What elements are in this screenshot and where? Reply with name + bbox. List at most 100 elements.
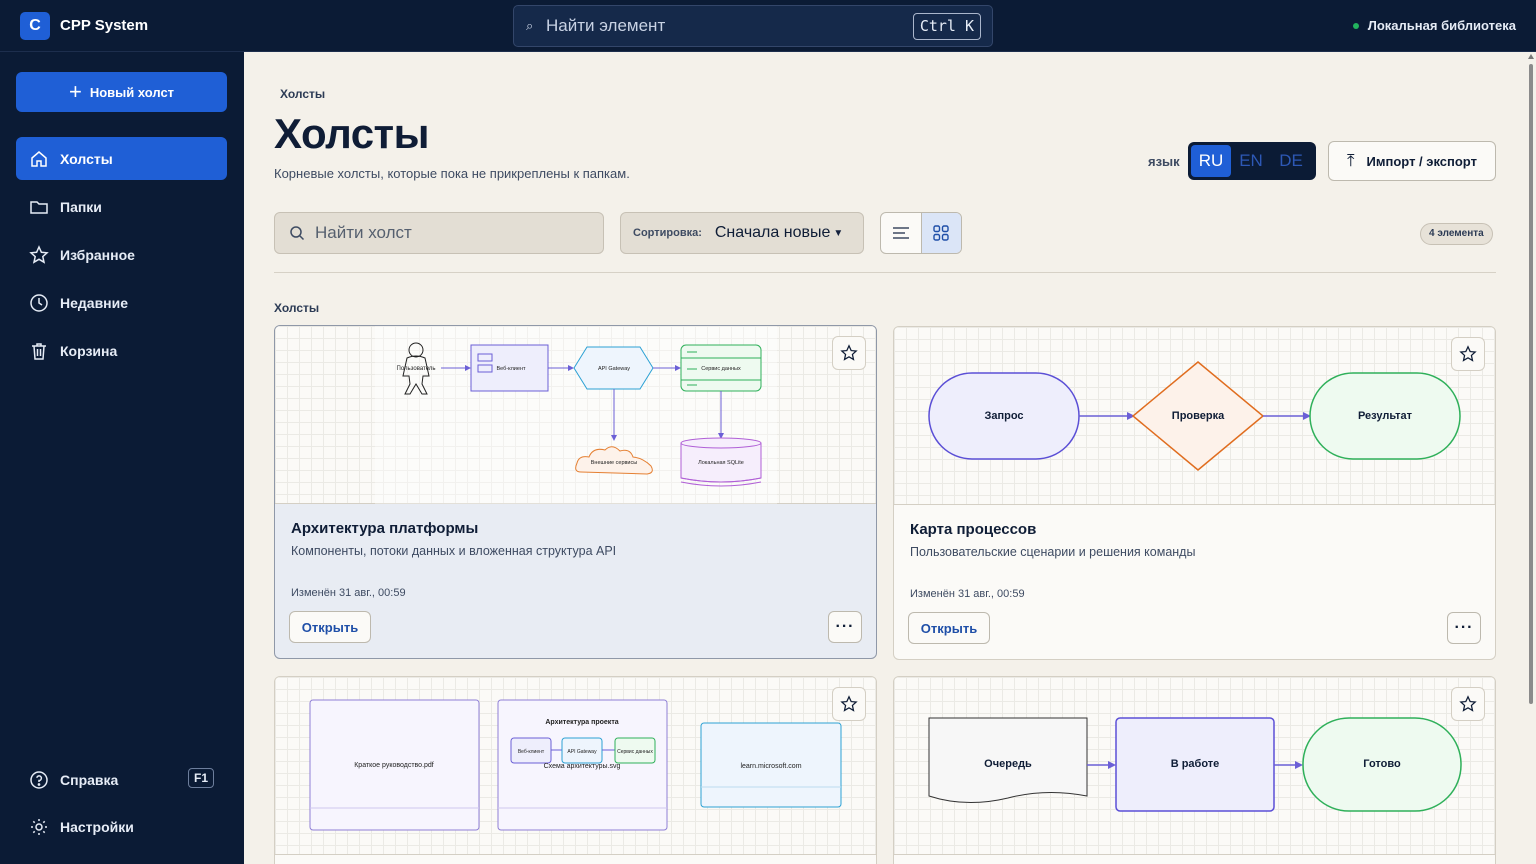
canvas-card[interactable]: Краткое руководство.pdf Архитектура прое… — [274, 676, 877, 864]
scrollbar-thumb[interactable] — [1529, 64, 1533, 704]
canvas-title[interactable]: Карта процессов — [910, 521, 1036, 538]
gear-icon — [28, 816, 50, 838]
search-icon — [290, 226, 305, 241]
diagram-db-label: Локальная SQLite — [698, 460, 744, 466]
favorite-star-button[interactable] — [1451, 337, 1485, 371]
favorite-star-button[interactable] — [1451, 687, 1485, 721]
diagram-request-label: Запрос — [984, 410, 1023, 422]
sidebar-item-trash[interactable]: Корзина — [16, 329, 227, 372]
breadcrumb[interactable]: Холсты — [280, 87, 325, 101]
canvas-search-input[interactable]: Найти холст — [274, 212, 604, 254]
file-arch-gateway: API Gateway — [567, 749, 597, 755]
canvas-title[interactable]: Архитектура платформы — [291, 520, 478, 537]
list-icon — [892, 227, 909, 239]
page-title: Холсты — [274, 110, 430, 157]
canvas-card[interactable]: Запрос Проверка Результат Карта процессо… — [893, 326, 1496, 660]
workflow-diagram-preview: Очередь В работе Готово — [928, 717, 1462, 812]
language-de-button[interactable]: DE — [1271, 145, 1311, 177]
favorite-star-button[interactable] — [832, 336, 866, 370]
star-icon — [28, 244, 50, 266]
diagram-web-label: Веб-клиент — [496, 366, 525, 372]
canvas-modified-date: Изменён 31 авг., 00:59 — [910, 588, 1025, 600]
language-switcher: RU EN DE — [1188, 142, 1316, 180]
sidebar-item-canvases[interactable]: Холсты — [16, 137, 227, 180]
scroll-up-icon[interactable] — [1528, 54, 1534, 59]
global-search-placeholder: Найти элемент — [546, 16, 666, 35]
canvas-search-placeholder: Найти холст — [315, 223, 412, 242]
sidebar-item-label: Недавние — [60, 294, 129, 311]
new-canvas-label: Новый холст — [89, 84, 175, 100]
diagram-result-label: Результат — [1358, 410, 1413, 422]
help-icon — [28, 769, 50, 791]
sidebar-item-label: Избранное — [60, 246, 135, 263]
sidebar-item-label: Настройки — [60, 818, 134, 835]
more-options-button[interactable]: ··· — [1447, 612, 1481, 644]
sort-label: Сортировка: — [633, 227, 702, 239]
star-icon — [840, 695, 858, 712]
sort-select[interactable]: Сортировка: Сначала новые ▼ — [620, 212, 864, 254]
canvas-preview[interactable]: Пользователь Веб-клиент API Gateway Серв… — [275, 326, 876, 504]
plus-icon: + — [68, 79, 82, 104]
star-icon — [1459, 695, 1477, 712]
open-canvas-button[interactable]: Открыть — [908, 612, 990, 644]
import-export-label: Импорт / экспорт — [1366, 153, 1477, 169]
canvas-card[interactable]: Пользователь Веб-клиент API Gateway Серв… — [274, 325, 877, 659]
status-dot-icon — [1352, 22, 1359, 29]
star-icon — [840, 344, 858, 361]
main-scrollbar[interactable] — [1526, 52, 1536, 864]
top-bar: C CPP System ⌕ Найти элемент Ctrl K Лока… — [0, 0, 1536, 52]
chevron-down-icon: ▼ — [833, 227, 844, 239]
sidebar-item-label: Корзина — [60, 342, 118, 359]
search-icon: ⌕ — [526, 18, 534, 33]
sidebar-item-help[interactable]: Справка F1 — [16, 758, 227, 801]
diagram-queue-label: Очередь — [984, 758, 1032, 770]
grid-view-button[interactable] — [920, 213, 961, 253]
canvas-preview[interactable]: Очередь В работе Готово — [894, 677, 1495, 855]
language-ru-button[interactable]: RU — [1191, 145, 1231, 177]
sidebar-item-favorites[interactable]: Избранное — [16, 233, 227, 276]
language-en-button[interactable]: EN — [1231, 145, 1271, 177]
sort-value: Сначала новые — [714, 224, 831, 241]
more-icon: ··· — [835, 618, 855, 635]
canvas-preview[interactable]: Краткое руководство.pdf Архитектура прое… — [275, 677, 876, 855]
library-status[interactable]: Локальная библиотека — [1352, 18, 1516, 33]
open-canvas-button[interactable]: Открыть — [289, 611, 371, 643]
section-title: Холсты — [274, 301, 320, 315]
clock-icon — [28, 292, 50, 314]
diagram-inprogress-label: В работе — [1171, 758, 1220, 770]
app-name: CPP System — [60, 17, 149, 34]
file-svg-label: Схема архитектуры.svg — [544, 763, 621, 770]
canvas-preview[interactable]: Запрос Проверка Результат — [894, 327, 1495, 505]
canvas-description: Пользовательские сценарии и решения кома… — [910, 545, 1196, 559]
diagram-check-label: Проверка — [1172, 410, 1225, 422]
trash-icon — [28, 340, 50, 362]
view-toggle — [880, 212, 962, 254]
sidebar-item-recent[interactable]: Недавние — [16, 281, 227, 324]
sidebar-item-label: Холсты — [60, 150, 113, 167]
sidebar-item-settings[interactable]: Настройки — [16, 805, 227, 848]
process-diagram-preview: Запрос Проверка Результат — [928, 361, 1461, 471]
diagram-done-label: Готово — [1363, 758, 1401, 770]
new-canvas-button[interactable]: + Новый холст — [16, 72, 227, 112]
canvas-description: Компоненты, потоки данных и вложенная ст… — [291, 544, 617, 558]
app-logo[interactable]: C — [20, 12, 50, 40]
file-arch-web: Веб-клиент — [518, 749, 545, 755]
more-options-button[interactable]: ··· — [828, 611, 862, 643]
architecture-diagram-preview: Пользователь Веб-клиент API Gateway Серв… — [375, 326, 777, 504]
diagram-external-label: Внешние сервисы — [591, 460, 637, 466]
diagram-user-label: Пользователь — [397, 366, 436, 372]
list-view-button[interactable] — [881, 213, 921, 253]
grid-icon — [933, 225, 950, 241]
global-search-input[interactable]: ⌕ Найти элемент Ctrl K — [513, 5, 993, 47]
divider — [274, 272, 1496, 273]
canvas-card[interactable]: Очередь В работе Готово — [893, 676, 1496, 864]
home-icon — [28, 148, 50, 170]
help-shortcut: F1 — [187, 768, 214, 788]
import-export-button[interactable]: ⤒ Импорт / экспорт — [1328, 141, 1496, 181]
favorite-star-button[interactable] — [832, 687, 866, 721]
library-status-label: Локальная библиотека — [1367, 18, 1516, 33]
sidebar-item-label: Справка — [60, 771, 119, 788]
items-count-badge: 4 элемента — [1420, 223, 1493, 245]
upload-icon: ⤒ — [1347, 151, 1355, 170]
sidebar-item-folders[interactable]: Папки — [16, 185, 227, 228]
